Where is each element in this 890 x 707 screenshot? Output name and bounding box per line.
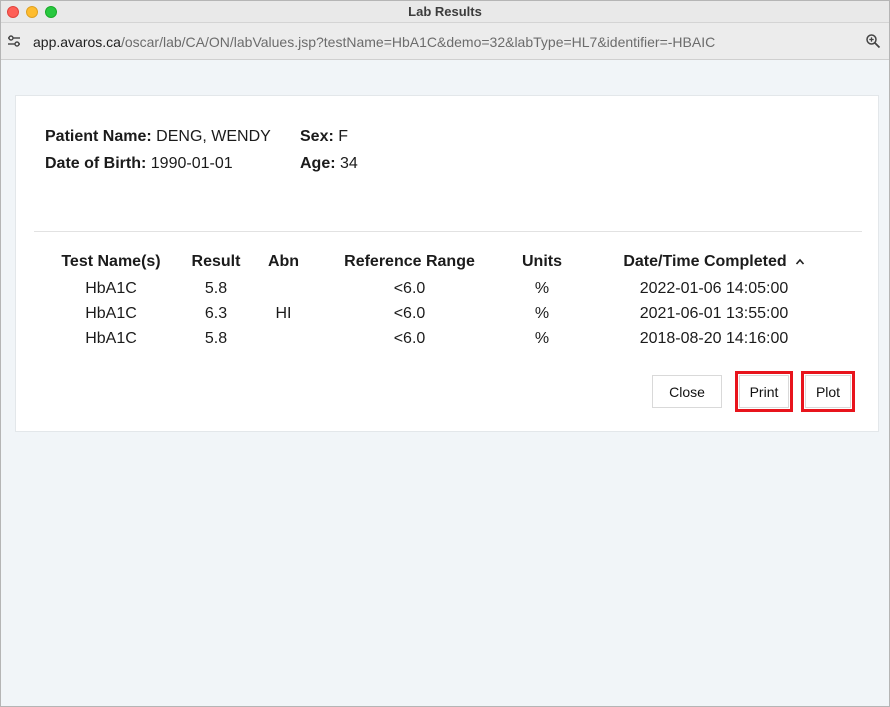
cell-units: %: [534, 329, 550, 347]
header-reference-range[interactable]: Reference Range: [311, 248, 508, 276]
table-row: HbA1C 5.8 <6.0 % 2022-01-06 14:05:00: [46, 276, 852, 301]
cell-reference-range: <6.0: [393, 329, 426, 347]
header-result[interactable]: Result: [176, 248, 256, 276]
table-row: HbA1C 6.3 HI <6.0 % 2021-06-01 13:55:00: [46, 301, 852, 326]
url-path: /oscar/lab/CA/ON/labValues.jsp?testName=…: [120, 34, 716, 50]
url-domain: app.avaros.ca: [33, 34, 121, 50]
cell-result: 5.8: [204, 329, 228, 347]
age-value: 34: [340, 155, 358, 172]
table-row: HbA1C 5.8 <6.0 % 2018-08-20 14:16:00: [46, 326, 852, 351]
plot-button[interactable]: Plot: [801, 371, 855, 412]
dob-label: Date of Birth:: [45, 155, 147, 172]
header-test-name[interactable]: Test Name(s): [46, 248, 176, 276]
patient-name-row: Patient Name: DENG, WENDY: [45, 128, 271, 146]
lab-results-card: Patient Name: DENG, WENDY Sex: F Date of…: [15, 95, 879, 432]
cell-result: 5.8: [204, 279, 228, 297]
cell-abn: [256, 326, 311, 351]
cell-result: 6.3: [204, 304, 228, 322]
sex-label: Sex:: [300, 128, 334, 145]
results-table: Test Name(s) Result Abn Reference Range …: [46, 248, 852, 351]
cell-abn: HI: [275, 304, 292, 322]
sort-ascending-icon[interactable]: [795, 254, 805, 268]
zoom-icon[interactable]: [865, 33, 881, 49]
divider: [34, 231, 862, 232]
cell-test-name: HbA1C: [85, 304, 137, 322]
header-units[interactable]: Units: [508, 248, 576, 276]
title-bar: Lab Results: [1, 1, 889, 23]
cell-test-name: HbA1C: [85, 329, 137, 347]
header-date-completed[interactable]: Date/Time Completed: [576, 248, 852, 276]
cell-date-completed: 2021-06-01 13:55:00: [639, 304, 789, 322]
address-bar[interactable]: app.avaros.ca/oscar/lab/CA/ON/labValues.…: [1, 23, 889, 60]
dob-row: Date of Birth: 1990-01-01: [45, 155, 233, 173]
table-header-row: Test Name(s) Result Abn Reference Range …: [46, 248, 852, 276]
window-title: Lab Results: [408, 4, 482, 19]
cell-test-name: HbA1C: [85, 279, 137, 297]
dob-value: 1990-01-01: [150, 155, 233, 172]
patient-name-label: Patient Name:: [45, 128, 152, 145]
sex-value: F: [338, 128, 349, 145]
cell-abn: [256, 276, 311, 301]
age-row: Age: 34: [300, 155, 358, 173]
sex-row: Sex: F: [300, 128, 348, 146]
cell-units: %: [534, 279, 550, 297]
cell-reference-range: <6.0: [393, 279, 426, 297]
print-button[interactable]: Print: [735, 371, 793, 412]
cell-reference-range: <6.0: [393, 304, 426, 322]
cell-date-completed: 2018-08-20 14:16:00: [639, 329, 789, 347]
cell-date-completed: 2022-01-06 14:05:00: [639, 279, 789, 297]
url-text[interactable]: app.avaros.ca/oscar/lab/CA/ON/labValues.…: [33, 34, 715, 50]
browser-window: Lab Results app.avaros.ca/oscar/lab/CA/O…: [0, 0, 890, 707]
close-button[interactable]: Close: [652, 375, 722, 408]
patient-name: DENG, WENDY: [156, 128, 271, 145]
header-abn[interactable]: Abn: [256, 248, 311, 276]
cell-units: %: [534, 304, 550, 322]
header-date-label: Date/Time Completed: [623, 253, 787, 270]
site-settings-icon[interactable]: [6, 33, 22, 49]
age-label: Age:: [300, 155, 336, 172]
